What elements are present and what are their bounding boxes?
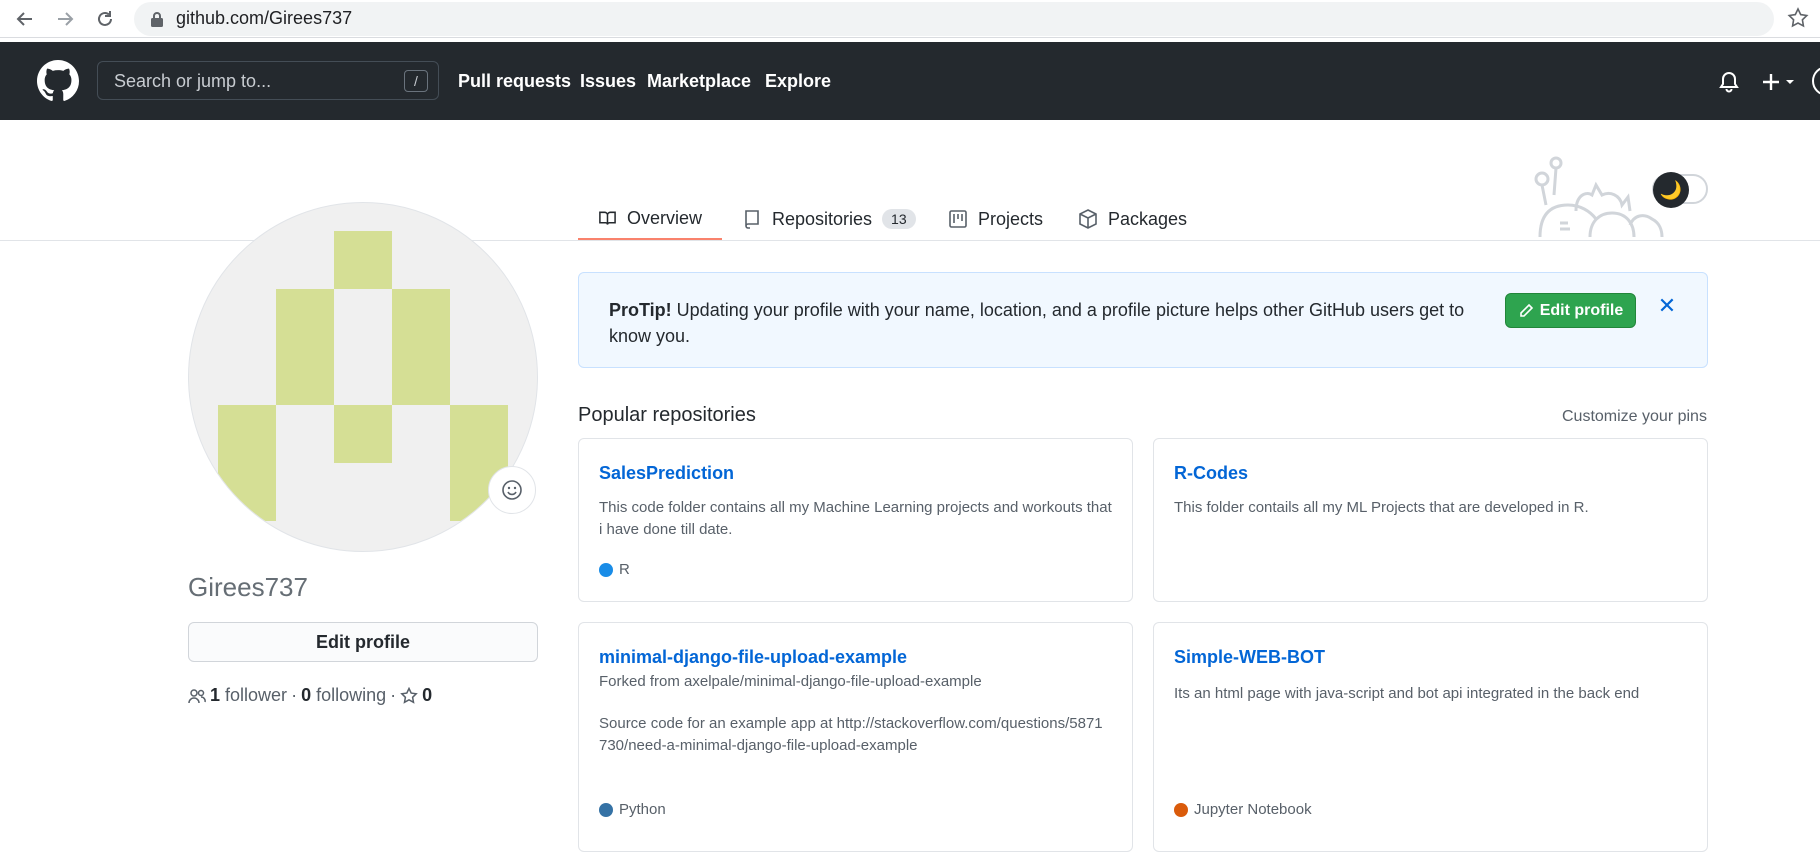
stars-count: 0 (422, 685, 433, 705)
close-icon[interactable]: ✕ (1656, 295, 1678, 317)
moon-icon[interactable]: 🌙 (1653, 172, 1689, 208)
protip-lead: ProTip! (609, 300, 672, 320)
protip-body: Updating your profile with your name, lo… (609, 300, 1465, 346)
followers-link[interactable]: 1 follower (210, 685, 287, 706)
tab-packages[interactable]: Packages (1078, 198, 1187, 240)
repo-card: Simple-WEB-BOT Its an html page with jav… (1153, 622, 1708, 852)
repo-card: SalesPrediction This code folder contain… (578, 438, 1133, 602)
separator: · (291, 685, 298, 705)
edit-profile-button[interactable]: Edit profile (188, 622, 538, 662)
repo-description: This folder contails all my ML Projects … (1174, 499, 1589, 516)
notifications-bell-icon[interactable] (1718, 71, 1740, 93)
search-placeholder: Search or jump to... (114, 71, 272, 91)
protip-text: ProTip! Updating your profile with your … (609, 297, 1489, 349)
repo-name-link[interactable]: minimal-django-file-upload-example (599, 647, 907, 668)
project-board-icon (949, 210, 967, 228)
address-bar[interactable] (134, 2, 1774, 36)
repo-name-link[interactable]: R-Codes (1174, 463, 1248, 484)
tab-overview[interactable]: Overview (578, 198, 722, 240)
url-text: github.com/Girees737 (176, 8, 353, 28)
following-count: 0 (301, 685, 312, 705)
repo-description: Source code for an example app at http:/… (599, 715, 1103, 754)
lock-icon (151, 12, 163, 27)
nav-pull-requests[interactable]: Pull requests (458, 71, 571, 92)
repo-description: Its an html page with java-script and bo… (1174, 685, 1640, 702)
repo-name-link[interactable]: Simple-WEB-BOT (1174, 647, 1325, 668)
tab-overview-label: Overview (626, 207, 702, 228)
browser-toolbar: github.com/Girees737 (0, 0, 1820, 38)
follow-stats: 1 follower · 0 following · 0 (188, 685, 432, 706)
followers-label: follower (225, 685, 288, 705)
people-icon (188, 688, 206, 703)
following-label: following (316, 685, 387, 705)
github-logo-icon[interactable] (37, 60, 79, 102)
repo-card: minimal-django-file-upload-example Forke… (578, 622, 1133, 852)
nav-explore[interactable]: Explore (765, 71, 831, 92)
language-label: Jupyter Notebook (1194, 801, 1312, 818)
back-icon[interactable] (10, 4, 40, 34)
tab-repositories-label: Repositories (772, 208, 873, 229)
fork-note: Forked from axelpale/minimal-django-file… (599, 673, 982, 690)
tab-projects[interactable]: Projects (948, 198, 1043, 240)
create-new-plus-icon[interactable] (1762, 71, 1802, 93)
nav-issues[interactable]: Issues (580, 71, 636, 92)
language-color-dot (1174, 802, 1188, 817)
package-icon (1079, 209, 1097, 229)
set-status-button[interactable] (488, 466, 536, 514)
smiley-icon (502, 480, 522, 500)
pencil-icon (1519, 303, 1533, 317)
language-color-dot (599, 562, 613, 577)
repo-language: Jupyter Notebook (1174, 801, 1312, 818)
slash-shortcut-key: / (404, 70, 428, 92)
bookmark-star-icon[interactable] (1786, 6, 1810, 30)
popular-repositories-heading: Popular repositories (578, 404, 756, 426)
tab-packages-label: Packages (1108, 208, 1188, 229)
profile-avatar (188, 202, 538, 552)
repo-language: Python (599, 801, 666, 818)
language-label: Python (619, 801, 666, 818)
profile-username: Girees737 (188, 572, 308, 602)
repo-name-link[interactable]: SalesPrediction (599, 463, 734, 484)
repo-card: R-Codes This folder contails all my ML P… (1153, 438, 1708, 602)
book-icon (599, 211, 616, 225)
tab-repositories[interactable]: Repositories 13 (742, 198, 916, 240)
followers-count: 1 (210, 685, 221, 705)
repo-icon (745, 210, 759, 229)
repo-description: This code folder contains all my Machine… (599, 499, 1112, 538)
stars-link[interactable]: 0 (400, 685, 432, 706)
search-input[interactable]: Search or jump to... / (97, 61, 439, 100)
tab-projects-label: Projects (978, 208, 1044, 229)
protip-edit-profile-label: Edit profile (1539, 301, 1624, 319)
repositories-count-badge: 13 (882, 209, 916, 229)
following-link[interactable]: 0 following (301, 685, 386, 706)
site-header: Search or jump to... / Pull requests Iss… (0, 42, 1820, 120)
language-color-dot (599, 802, 613, 817)
user-avatar-menu[interactable] (1812, 66, 1820, 96)
star-icon (400, 686, 418, 704)
protip-edit-profile-button[interactable]: Edit profile (1505, 293, 1636, 328)
identicon-image (218, 231, 508, 521)
reload-icon[interactable] (90, 4, 120, 34)
separator: · (390, 685, 397, 705)
octocat-illustration-icon (1534, 156, 1664, 237)
language-label: R (619, 561, 630, 578)
forward-icon[interactable] (50, 4, 80, 34)
nav-marketplace[interactable]: Marketplace (647, 71, 751, 92)
repo-language: R (599, 561, 630, 578)
customize-pins-link[interactable]: Customize your pins (1562, 408, 1707, 426)
